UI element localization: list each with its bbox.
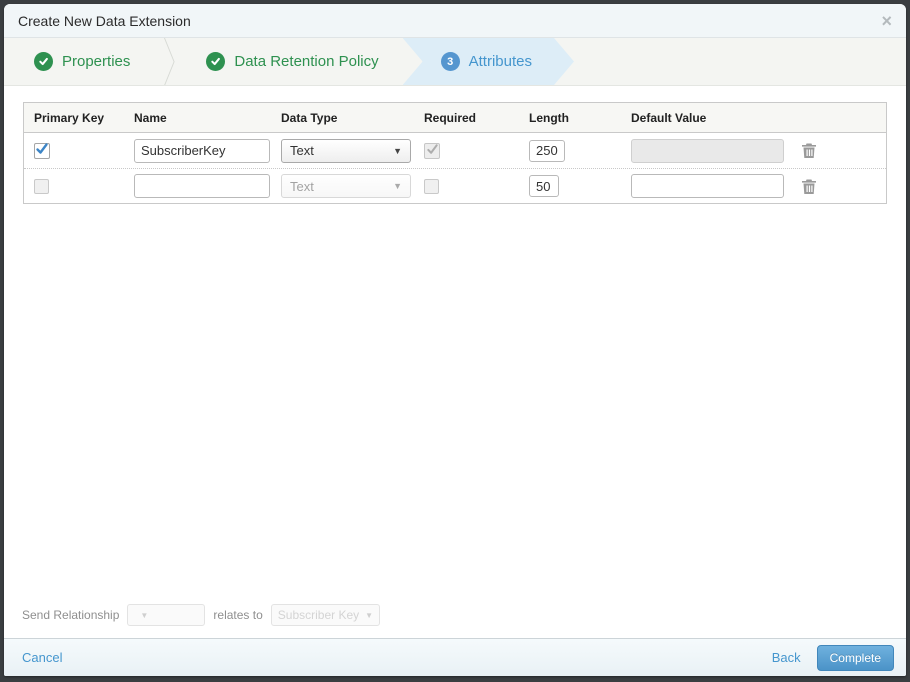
step-properties[interactable]: Properties xyxy=(4,38,154,85)
step-number-badge: 3 xyxy=(441,52,460,71)
col-header-data-type: Data Type xyxy=(281,110,338,125)
trash-icon[interactable] xyxy=(801,142,817,159)
length-input[interactable] xyxy=(529,139,565,162)
required-checkbox-disabled-checked xyxy=(424,142,440,159)
data-type-selected-value: Text xyxy=(290,143,314,158)
col-header-name: Name xyxy=(134,110,167,125)
close-icon[interactable]: × xyxy=(881,12,892,30)
attribute-row-2: Text ▼ xyxy=(24,168,886,203)
primary-key-checkbox-unchecked[interactable] xyxy=(34,178,49,194)
dialog-content: Primary Key Name Data Type Required Leng… xyxy=(4,86,906,638)
relates-to-label: relates to xyxy=(213,608,263,622)
chevron-down-icon: ▼ xyxy=(140,610,149,620)
primary-key-cell xyxy=(24,142,124,159)
chevron-down-icon: ▼ xyxy=(393,181,402,191)
required-cell xyxy=(414,142,519,159)
name-input[interactable] xyxy=(134,174,270,198)
step-attributes[interactable]: 3 Attributes xyxy=(403,38,574,85)
name-cell xyxy=(124,138,271,163)
default-value-input[interactable] xyxy=(631,174,784,198)
attribute-row-1: Text ▼ xyxy=(24,133,886,168)
dialog-title: Create New Data Extension xyxy=(18,12,191,29)
actions-cell xyxy=(787,142,886,159)
required-cell xyxy=(414,178,519,194)
actions-cell xyxy=(787,178,886,195)
subscriber-key-select-disabled: Subscriber Key ▼ xyxy=(270,604,381,626)
send-relationship-label: Send Relationship xyxy=(22,608,120,622)
step-properties-label: Properties xyxy=(62,53,131,70)
data-type-cell: Text ▼ xyxy=(271,174,414,198)
back-link[interactable]: Back xyxy=(772,650,801,665)
wizard-steps: Properties Data Retention Policy 3 Attri… xyxy=(4,38,906,86)
step-data-retention-policy-label: Data Retention Policy xyxy=(234,53,379,70)
data-type-selected-value: Text xyxy=(290,178,314,194)
name-cell xyxy=(124,174,271,198)
primary-key-checkbox-checked[interactable] xyxy=(34,142,50,159)
subscriber-key-value: Subscriber Key xyxy=(277,608,360,622)
footer-right-actions: Back Complete xyxy=(772,644,894,671)
check-circle-icon xyxy=(206,52,226,71)
attributes-table: Primary Key Name Data Type Required Leng… xyxy=(23,102,887,204)
complete-button[interactable]: Complete xyxy=(816,644,894,671)
dialog-footer: Cancel Back Complete xyxy=(4,638,906,676)
name-input[interactable] xyxy=(134,138,270,163)
primary-key-cell xyxy=(24,178,124,194)
data-type-select[interactable]: Text ▼ xyxy=(281,138,411,163)
chevron-down-icon: ▼ xyxy=(365,610,374,620)
default-value-cell xyxy=(621,174,787,198)
check-circle-icon xyxy=(34,52,53,71)
create-data-extension-dialog: Create New Data Extension × Properties D… xyxy=(4,4,906,676)
required-checkbox-unchecked[interactable] xyxy=(424,178,439,194)
col-header-default-value: Default Value xyxy=(631,110,707,125)
data-type-cell: Text ▼ xyxy=(271,138,414,163)
step-attributes-label: Attributes xyxy=(468,53,532,70)
chevron-down-icon: ▼ xyxy=(393,145,402,156)
col-header-length: Length xyxy=(529,110,569,125)
default-value-cell xyxy=(621,138,787,163)
send-relationship-field-select-disabled: ▼ xyxy=(127,604,206,626)
length-input[interactable] xyxy=(529,175,559,197)
step-separator-chevron xyxy=(154,38,176,85)
length-cell xyxy=(519,139,621,162)
col-header-required: Required xyxy=(424,110,477,125)
dialog-titlebar: Create New Data Extension × xyxy=(4,4,906,38)
default-value-input-disabled xyxy=(631,138,784,163)
cancel-link[interactable]: Cancel xyxy=(22,650,62,665)
trash-icon[interactable] xyxy=(801,178,817,195)
col-header-primary-key: Primary Key xyxy=(34,110,105,125)
table-header-row: Primary Key Name Data Type Required Leng… xyxy=(24,103,886,133)
length-cell xyxy=(519,175,621,197)
send-relationship-row: Send Relationship ▼ relates to Subscribe… xyxy=(22,604,381,626)
data-type-select-disabled: Text ▼ xyxy=(281,174,411,198)
step-data-retention-policy[interactable]: Data Retention Policy xyxy=(176,38,402,85)
